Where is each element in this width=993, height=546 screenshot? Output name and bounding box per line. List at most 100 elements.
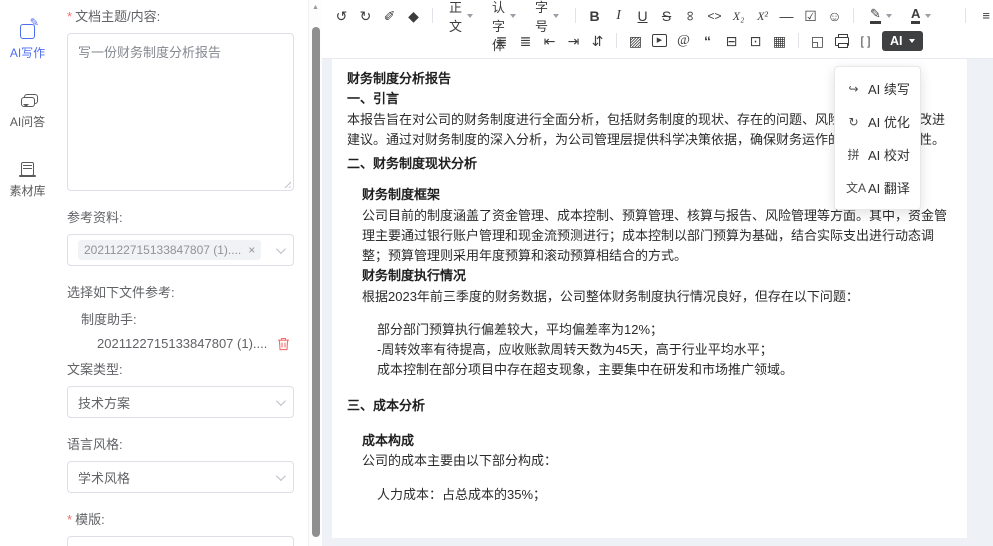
ordered-list-button[interactable]: ≣ — [514, 30, 537, 52]
selected-file-row: 2021122715133847807 (1).... — [97, 336, 290, 351]
format-painter-button[interactable]: ✐ — [378, 5, 401, 27]
attachment-button[interactable]: @ — [672, 30, 695, 52]
font-color-icon: A — [911, 7, 920, 24]
line-break-button[interactable]: ⇵ — [586, 30, 609, 52]
font-size-dropdown[interactable]: 字号 — [526, 5, 568, 27]
redo-button[interactable]: ↻ — [354, 5, 377, 27]
required-marker: * — [67, 9, 72, 24]
selected-file-name: 2021122715133847807 (1).... — [97, 336, 267, 351]
strikethrough-button[interactable]: S — [655, 5, 678, 27]
emoji-button[interactable]: ☺ — [823, 5, 846, 27]
library-icon — [21, 160, 34, 178]
chevron-down-icon — [276, 396, 286, 406]
doc-list-item: 成本控制在部分项目中存在超支现象，主要集中在研发和市场推广领域。 — [377, 360, 951, 380]
divider-button[interactable]: ⊟ — [720, 30, 743, 52]
sidebar-item-label: AI问答 — [10, 113, 45, 130]
task-list-button[interactable]: ☑ — [799, 5, 822, 27]
insert-table-button[interactable]: ▦ — [768, 30, 791, 52]
copy-type-select[interactable]: 技术方案 — [67, 386, 294, 418]
bullet-list-button[interactable]: ≣ — [490, 30, 513, 52]
ai-tools-dropdown[interactable]: AI — [882, 31, 923, 51]
doc-heading-cost: 三、成本分析 — [347, 396, 951, 416]
menu-item-ai-optimize[interactable]: ↻ AI 优化 — [835, 105, 920, 138]
language-style-select[interactable]: 学术风格 — [67, 461, 294, 493]
copy-type-value: 技术方案 — [78, 393, 130, 412]
toolbar-row-2: ≣ ≣ ⇤ ⇥ ⇵ ▨ ▶ @ “ ⊟ ⊡ ▦ ◱ [ ] AI — [330, 28, 987, 53]
chat-icon — [21, 91, 35, 109]
menu-item-ai-translate[interactable]: 文A AI 翻译 — [835, 171, 920, 204]
link-icon[interactable]: ∞ — [684, 11, 698, 21]
tag-close-icon[interactable]: × — [248, 243, 255, 257]
ai-proofread-icon: 拼 — [846, 146, 861, 163]
menu-item-ai-continue[interactable]: ↪ AI 续写 — [835, 72, 920, 105]
copy-type-label: 文案类型: — [67, 359, 294, 378]
undo-button[interactable]: ↺ — [330, 5, 353, 27]
font-family-dropdown[interactable]: 默认字体 — [483, 5, 525, 27]
font-color-dropdown[interactable]: A — [902, 5, 940, 27]
caret-down-icon — [925, 14, 931, 18]
insert-video-button[interactable]: ▶ — [648, 30, 671, 52]
clear-format-button[interactable]: ◆ — [402, 5, 425, 27]
inline-code-button[interactable]: <> — [703, 5, 726, 27]
scroll-up-arrow-icon[interactable]: ▲ — [309, 4, 322, 11]
menu-item-ai-proofread[interactable]: 拼 AI 校对 — [835, 138, 920, 171]
sidebar-item-ai-writing[interactable]: ✎ AI写作 — [10, 22, 45, 61]
sidebar-item-label: AI写作 — [10, 44, 45, 61]
underline-button[interactable]: U — [631, 5, 654, 27]
panel-scrollbar[interactable]: ▲ — [308, 0, 322, 546]
template-value: 通用模板 — [78, 543, 130, 546]
fullscreen-button[interactable]: [ ] — [854, 30, 877, 52]
paragraph-style-dropdown[interactable]: 正文 — [440, 5, 482, 27]
code-block-button[interactable]: ⊡ — [744, 30, 767, 52]
sidebar-item-ai-qa[interactable]: AI问答 — [10, 91, 45, 130]
ai-actions-menu: ↪ AI 续写 ↻ AI 优化 拼 AI 校对 文A AI 翻译 — [834, 66, 921, 210]
toolbar-separator — [798, 33, 799, 48]
toolbar-separator — [965, 8, 966, 23]
template-label: *模版: — [67, 509, 294, 528]
align-dropdown[interactable]: ≡ — [973, 5, 993, 27]
writing-form-panel: *文档主题/内容: 写一份财务制度分析报告 参考资料: 202112271513… — [55, 0, 308, 546]
highlight-color-dropdown[interactable]: ✎ — [861, 5, 901, 27]
subscript-button[interactable]: X₂ — [727, 5, 750, 27]
doc-list-item: 部分部门预算执行偏差较大，平均偏差率为12%； — [377, 320, 951, 340]
ai-continue-icon: ↪ — [846, 82, 861, 96]
superscript-button[interactable]: X² — [751, 5, 774, 27]
caret-down-icon — [510, 14, 516, 18]
ai-optimize-icon: ↻ — [846, 115, 861, 129]
delete-file-icon[interactable] — [277, 337, 290, 351]
highlight-pen-icon: ✎ — [870, 7, 881, 24]
print-button[interactable] — [830, 30, 853, 52]
horizontal-rule-button[interactable]: ― — [775, 5, 798, 27]
caret-down-icon — [553, 14, 559, 18]
align-icon: ≡ — [982, 8, 990, 23]
bold-button[interactable]: B — [583, 5, 606, 27]
italic-button[interactable]: I — [607, 5, 630, 27]
app-window: ✎ AI写作 AI问答 素材库 *文档主题/内容: 写一份财务制度分析报告 参考… — [0, 0, 993, 546]
indent-button[interactable]: ⇥ — [562, 30, 585, 52]
video-icon: ▶ — [652, 34, 667, 47]
toolbar-separator — [853, 8, 854, 23]
caret-down-icon — [467, 14, 473, 18]
template-select[interactable]: 通用模板 ✓ — [67, 536, 294, 546]
preview-button[interactable]: ◱ — [806, 30, 829, 52]
doc-list-item: -周转效率有待提高，应收账款周转天数为45天，高于行业平均水平； — [377, 340, 951, 360]
toolbar-separator — [575, 8, 576, 23]
file-reference-label: 选择如下文件参考: — [67, 282, 294, 301]
sidebar-item-label: 素材库 — [9, 182, 45, 199]
reference-select[interactable]: 2021122715133847807 (1).... × — [67, 234, 294, 266]
topic-label: *文档主题/内容: — [67, 6, 294, 25]
topic-textarea[interactable]: 写一份财务制度分析报告 — [67, 33, 294, 191]
language-style-label: 语言风格: — [67, 434, 294, 453]
file-reference-block: 制度助手: 2021122715133847807 (1).... — [67, 309, 294, 351]
insert-image-button[interactable]: ▨ — [624, 30, 647, 52]
sidebar-item-material-library[interactable]: 素材库 — [9, 160, 45, 199]
ai-translate-icon: 文A — [846, 179, 861, 196]
outdent-button[interactable]: ⇤ — [538, 30, 561, 52]
chevron-down-icon — [276, 244, 286, 254]
editor-area: ↺ ↻ ✐ ◆ 正文 默认字体 字号 B I U S ∞ <> X₂ X² ― … — [322, 0, 993, 546]
scrollbar-thumb[interactable] — [312, 27, 320, 537]
blockquote-button[interactable]: “ — [696, 30, 719, 52]
print-icon — [835, 37, 849, 46]
topic-field-wrap: 写一份财务制度分析报告 — [67, 33, 294, 191]
toolbar-separator — [432, 8, 433, 23]
